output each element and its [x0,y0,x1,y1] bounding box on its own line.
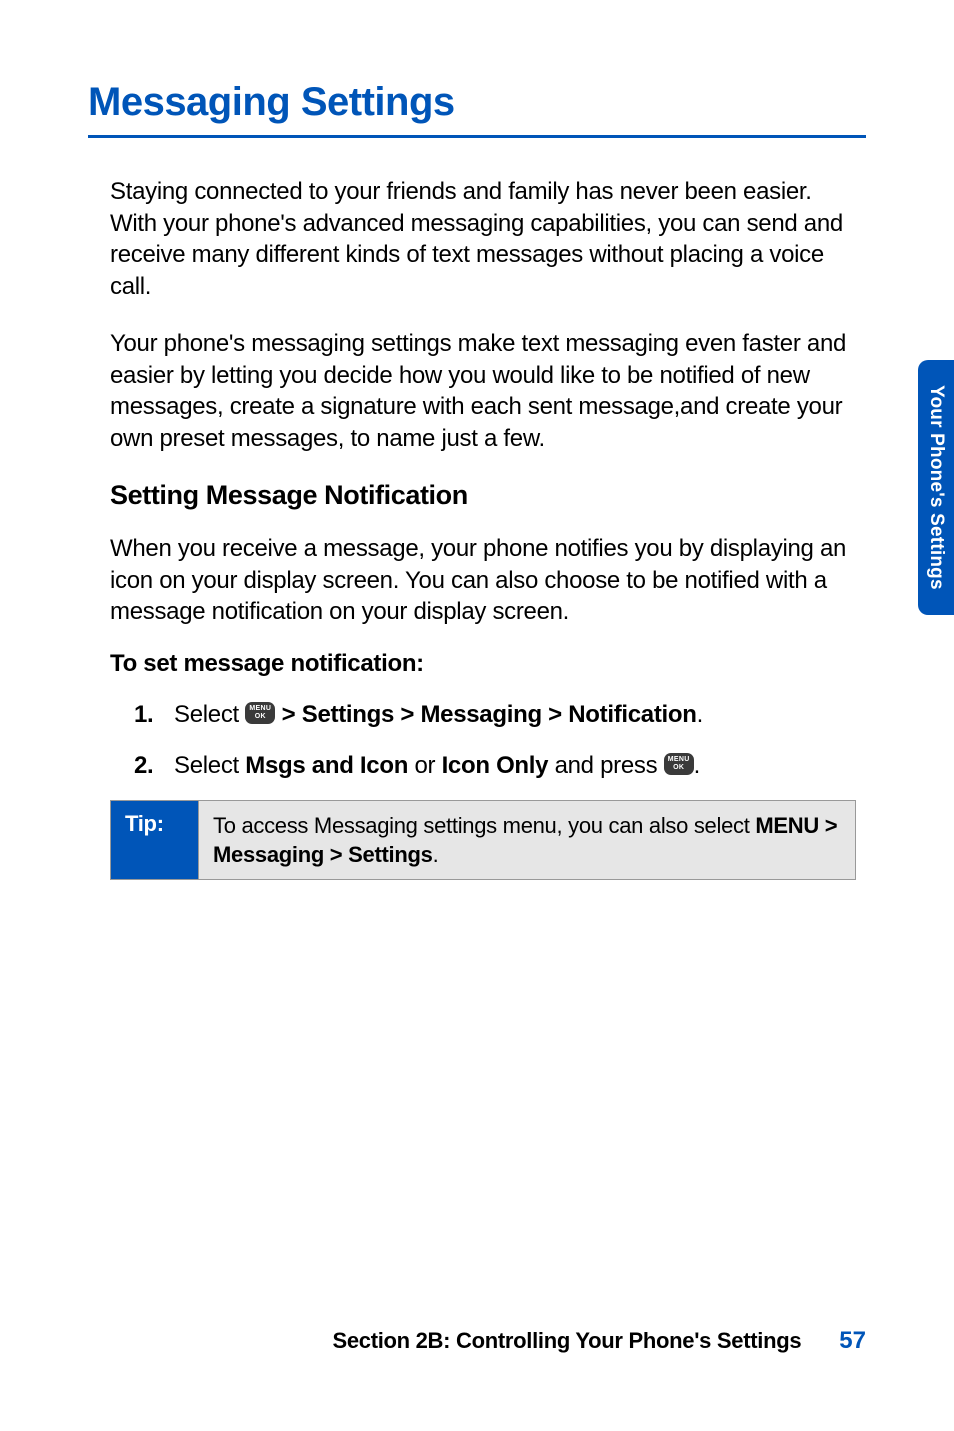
footer-page-number: 57 [839,1327,866,1355]
step-1-prefix: Select [174,701,239,728]
content-area: Staying connected to your friends and fa… [88,176,866,880]
intro-paragraph-1: Staying connected to your friends and fa… [110,176,856,302]
step-2-text: Select Msgs and Icon or Icon Only and pr… [174,749,836,782]
menu-icon-line2: OK [673,764,684,772]
intro-paragraph-2: Your phone's messaging settings make tex… [110,328,856,454]
notification-intro: When you receive a message, your phone n… [110,533,856,628]
footer-section-text: Section 2B: Controlling Your Phone's Set… [332,1328,801,1354]
menu-icon-line1: MENU [668,756,690,764]
step-2: 2. Select Msgs and Icon or Icon Only and… [134,749,836,782]
step-1: 1. Select MENU OK > Settings > Messaging… [134,698,836,731]
tip-suffix: . [433,842,439,867]
menu-icon-line1: MENU [249,705,271,713]
section-header: Setting Message Notification [110,480,856,511]
side-tab: Your Phone's Settings [918,360,954,615]
tip-content: To access Messaging settings menu, you c… [199,801,855,879]
step-2-prefix: Select [174,752,245,779]
menu-ok-icon: MENU OK [245,702,275,724]
step-2-number: 2. [134,749,174,782]
steps-list: 1. Select MENU OK > Settings > Messaging… [110,698,856,782]
tip-prefix: To access Messaging settings menu, you c… [213,813,755,838]
step-1-number: 1. [134,698,174,731]
menu-ok-icon: MENU OK [664,753,694,775]
tip-box: Tip: To access Messaging settings menu, … [110,800,856,880]
tip-label: Tip: [111,801,199,879]
step-2-mid: or [408,752,441,779]
page-title: Messaging Settings [88,80,866,138]
menu-icon-line2: OK [255,713,266,721]
side-tab-label: Your Phone's Settings [925,385,947,590]
step-1-text: Select MENU OK > Settings > Messaging > … [174,698,836,731]
step-2-bold2: Icon Only [442,752,549,779]
step-2-suffix: . [694,752,700,779]
step-1-path: > Settings > Messaging > Notification [282,701,697,728]
sub-header: To set message notification: [110,650,856,678]
page-footer: Section 2B: Controlling Your Phone's Set… [0,1327,954,1355]
step-2-bold1: Msgs and Icon [245,752,408,779]
step-2-mid2: and press [548,752,663,779]
step-1-suffix: . [697,701,703,728]
